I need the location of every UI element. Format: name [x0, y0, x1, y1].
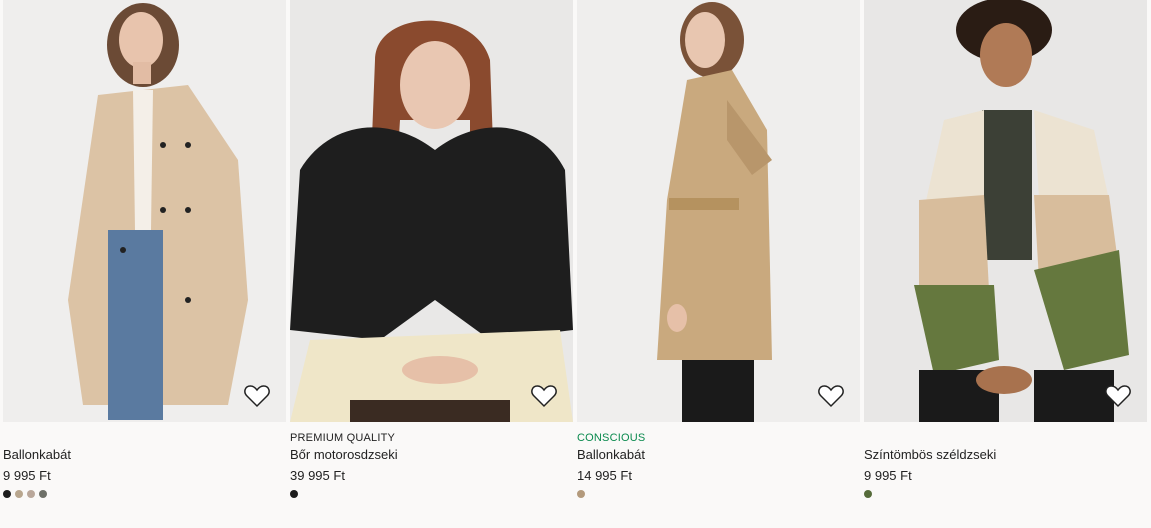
- color-swatch[interactable]: [3, 490, 11, 498]
- color-swatch[interactable]: [290, 490, 298, 498]
- product-card: PREMIUM QUALITY Bőr motorosdzseki 39 995…: [290, 0, 573, 528]
- product-image[interactable]: [864, 0, 1147, 422]
- color-swatch[interactable]: [39, 490, 47, 498]
- product-badge: PREMIUM QUALITY: [290, 432, 396, 444]
- heart-icon[interactable]: [531, 384, 557, 408]
- heart-icon[interactable]: [1105, 384, 1131, 408]
- product-price: 39 995 Ft: [290, 468, 345, 483]
- product-grid: Ballonkabát 9 995 Ft PREMIUM QUALITY Bőr…: [0, 0, 1151, 528]
- product-image[interactable]: [290, 0, 573, 422]
- product-info: Színtömbös széldzseki 9 995 Ft: [864, 422, 1147, 528]
- product-name[interactable]: Bőr motorosdzseki: [290, 447, 398, 462]
- product-info: CONSCIOUS Ballonkabát 14 995 Ft: [577, 422, 860, 528]
- color-swatches: [290, 490, 298, 498]
- product-photo-tan-trench: [577, 0, 860, 422]
- product-price: 14 995 Ft: [577, 468, 632, 483]
- product-photo-windbreaker: [864, 0, 1147, 422]
- product-name[interactable]: Ballonkabát: [3, 447, 71, 462]
- product-image[interactable]: [577, 0, 860, 422]
- color-swatch[interactable]: [577, 490, 585, 498]
- product-photo-leather-jacket: [290, 0, 573, 422]
- conscious-badge: CONSCIOUS: [577, 432, 646, 444]
- color-swatch[interactable]: [15, 490, 23, 498]
- product-price: 9 995 Ft: [864, 468, 912, 483]
- heart-icon[interactable]: [244, 384, 270, 408]
- product-card: CONSCIOUS Ballonkabát 14 995 Ft: [577, 0, 860, 528]
- product-price: 9 995 Ft: [3, 468, 51, 483]
- color-swatch[interactable]: [864, 490, 872, 498]
- product-card: Színtömbös széldzseki 9 995 Ft: [864, 0, 1147, 528]
- product-photo-beige-trench: [3, 0, 286, 422]
- heart-icon[interactable]: [818, 384, 844, 408]
- color-swatches: [3, 490, 47, 498]
- color-swatches: [864, 490, 872, 498]
- product-image[interactable]: [3, 0, 286, 422]
- color-swatches: [577, 490, 585, 498]
- color-swatch[interactable]: [27, 490, 35, 498]
- product-card: Ballonkabát 9 995 Ft: [3, 0, 286, 528]
- product-info: PREMIUM QUALITY Bőr motorosdzseki 39 995…: [290, 422, 573, 528]
- product-name[interactable]: Színtömbös széldzseki: [864, 447, 996, 462]
- product-info: Ballonkabát 9 995 Ft: [3, 422, 286, 528]
- product-name[interactable]: Ballonkabát: [577, 447, 645, 462]
